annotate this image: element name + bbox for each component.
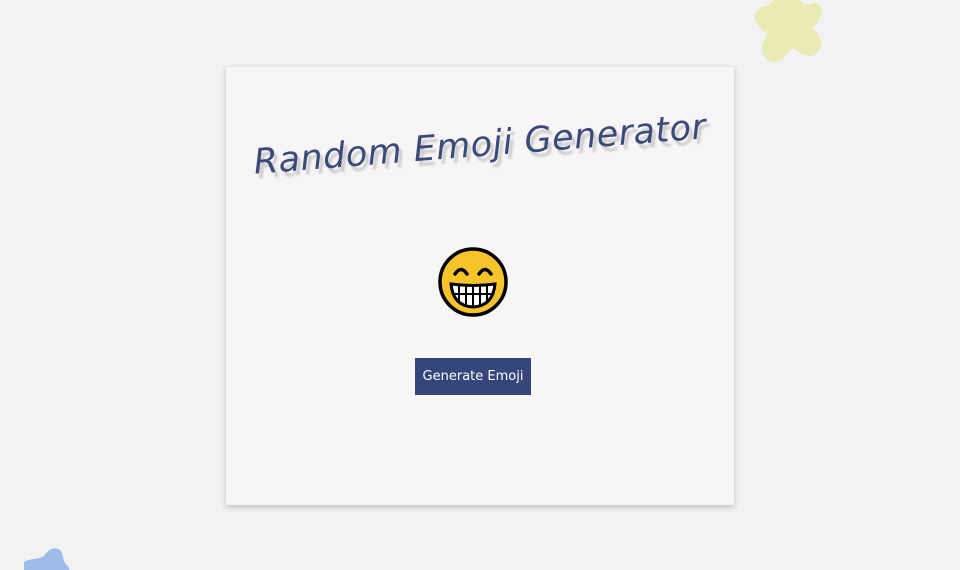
decorative-blob-bottom [24, 548, 70, 570]
page-title: Random Emoji Generator [252, 107, 708, 183]
generate-emoji-button[interactable]: Generate Emoji [415, 358, 531, 395]
emoji-card: Random Emoji Generator Generate Emoji [226, 67, 734, 505]
decorative-blob-top [754, 0, 822, 62]
page: Random Emoji Generator Generate Emoji [0, 0, 960, 570]
grinning-face-emoji-icon [438, 247, 508, 317]
